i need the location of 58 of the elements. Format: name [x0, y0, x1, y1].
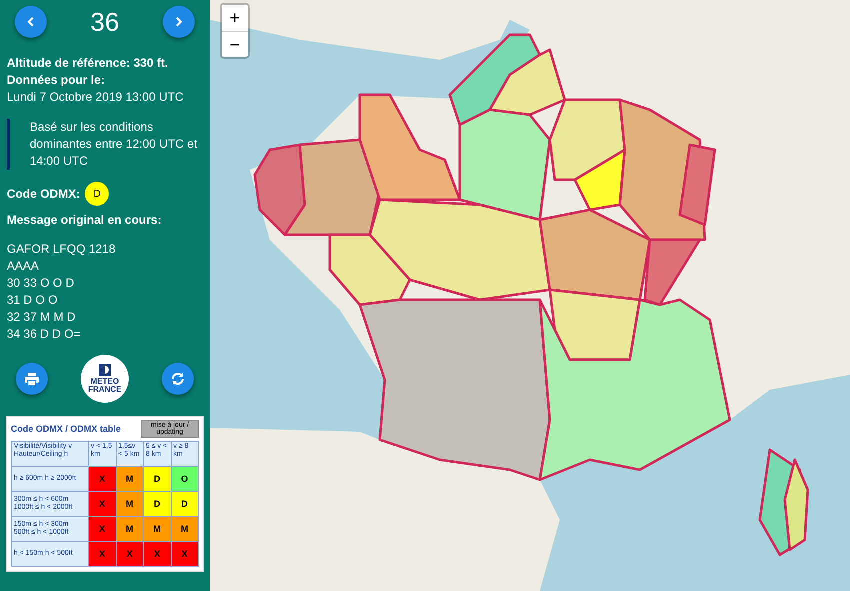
- forecast-zone[interactable]: [448, 34, 542, 126]
- code-cell: X: [144, 542, 170, 566]
- code-cell: M: [116, 492, 143, 516]
- message-line: 32 37 M M D: [6, 309, 77, 326]
- forecast-zone[interactable]: [548, 98, 626, 182]
- conditions-note: Basé sur les conditions dominantes entre 12:00 UTC et 14:00 UTC: [7, 119, 203, 170]
- forecast-zone[interactable]: [538, 298, 732, 482]
- zoom-out-button[interactable]: −: [222, 31, 248, 57]
- code-cell: M: [172, 517, 198, 541]
- next-button[interactable]: [162, 6, 195, 38]
- forecast-zone[interactable]: [488, 48, 566, 116]
- code-cell: X: [116, 542, 143, 566]
- forecast-zone[interactable]: [644, 238, 702, 306]
- code-cell: X: [89, 542, 116, 566]
- date-text: Lundi 7 Octobre 2019 13:00 UTC: [6, 89, 185, 106]
- forecast-zone[interactable]: [574, 148, 626, 212]
- code-cell: X: [89, 467, 116, 491]
- print-icon: [25, 372, 39, 386]
- print-button[interactable]: [16, 363, 48, 395]
- message-line: 31 D O O: [6, 292, 59, 309]
- previous-button[interactable]: [15, 6, 47, 38]
- altitude-text: Altitude de référence: 330 ft.: [6, 55, 170, 72]
- message-line: AAAA: [6, 258, 40, 275]
- forecast-zone[interactable]: [358, 298, 552, 482]
- zone-number: 36: [90, 6, 120, 38]
- refresh-icon: [171, 372, 185, 386]
- message-line: GAFOR LFQQ 1218: [6, 241, 117, 258]
- code-cell: M: [116, 467, 143, 491]
- code-cell: O: [172, 467, 198, 491]
- refresh-button[interactable]: [162, 363, 194, 395]
- code-cell: X: [172, 542, 198, 566]
- code-label: Code ODMX:: [7, 186, 80, 202]
- code-cell: D: [172, 492, 198, 516]
- message-line: 30 33 O O D: [6, 275, 76, 292]
- chevron-right-icon: [174, 17, 183, 27]
- code-cell: M: [144, 517, 170, 541]
- forecast-zone[interactable]: [284, 138, 382, 236]
- forecast-zone[interactable]: [678, 144, 716, 226]
- forecast-zone[interactable]: [328, 234, 412, 306]
- meteo-france-logo: METEO FRANCE: [81, 355, 129, 403]
- forecast-zone[interactable]: [254, 144, 306, 236]
- forecast-zone[interactable]: [358, 94, 462, 202]
- chevron-left-icon: [27, 17, 35, 27]
- message-label: Message original en cours:: [6, 212, 163, 229]
- forecast-zone[interactable]: [548, 288, 642, 362]
- forecast-zone[interactable]: [784, 458, 810, 552]
- code-badge: D: [85, 182, 110, 206]
- forecast-zone[interactable]: [458, 108, 552, 222]
- zoom-in-button[interactable]: +: [222, 5, 248, 31]
- code-cell: D: [144, 492, 170, 516]
- data-label: Données pour le:: [6, 72, 106, 89]
- code-cell: D: [144, 467, 170, 491]
- code-cell: X: [89, 517, 116, 541]
- code-cell: X: [89, 492, 116, 516]
- message-line: 34 36 D D O=: [6, 326, 82, 343]
- forecast-zone[interactable]: [538, 208, 652, 302]
- code-cell: M: [116, 517, 143, 541]
- table-title: Code ODMX / ODMX table: [11, 425, 122, 433]
